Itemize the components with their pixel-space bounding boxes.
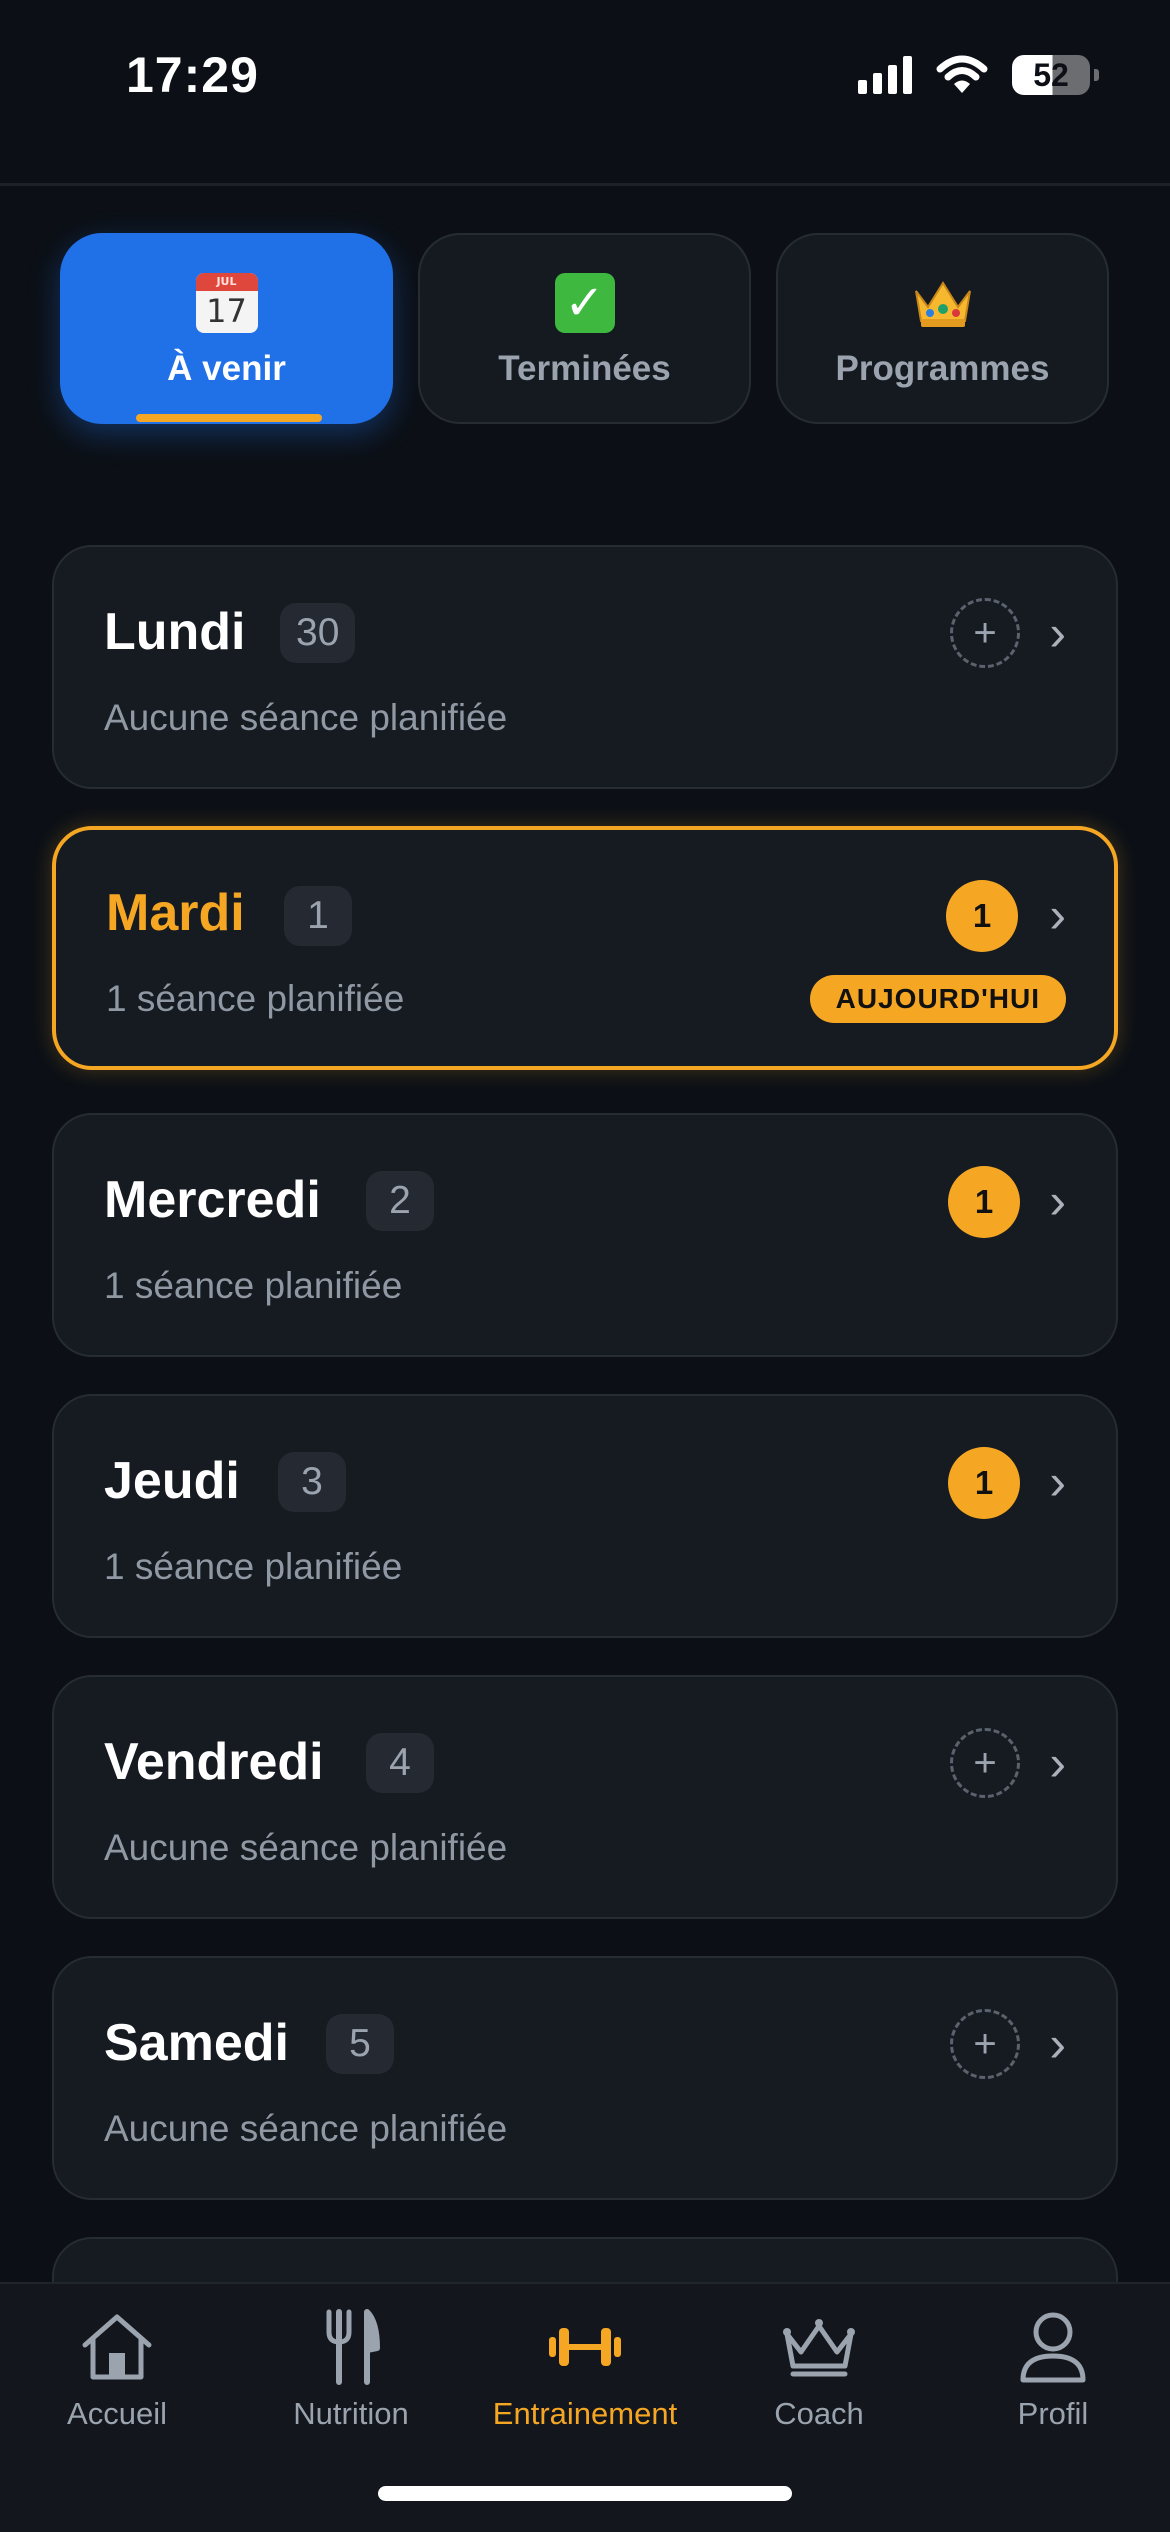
day-card-mardi[interactable]: Mardi 1 1 séance planifiée 1 › AUJOURD'H… [52, 826, 1118, 1070]
day-card-lundi[interactable]: Lundi 30 Aucune séance planifiée + › [52, 545, 1118, 789]
active-tab-indicator [136, 414, 322, 422]
chevron-right-icon: › [1049, 1173, 1066, 1229]
chevron-right-icon: › [1049, 887, 1066, 943]
day-name: Lundi [104, 603, 246, 661]
date-badge: 3 [278, 1452, 346, 1512]
nav-item-nutrition[interactable]: Nutrition [234, 2302, 468, 2432]
session-count-badge: 1 [948, 1447, 1020, 1519]
day-name: Mardi [106, 884, 245, 942]
nav-label: Profil [1017, 2396, 1089, 2431]
home-icon [79, 2302, 155, 2392]
day-subtitle: 1 séance planifiée [104, 1265, 403, 1306]
day-card-mercredi[interactable]: Mercredi 2 1 séance planifiée 1 › [52, 1113, 1118, 1357]
nav-item-entrainement[interactable]: Entrainement [468, 2302, 702, 2432]
date-badge: 4 [366, 1733, 434, 1793]
session-count-badge: 1 [948, 1166, 1020, 1238]
wifi-icon [936, 55, 988, 93]
date-badge: 1 [284, 886, 352, 946]
nav-item-profil[interactable]: Profil [936, 2302, 1170, 2432]
dumbbell-icon [547, 2302, 623, 2392]
chevron-right-icon: › [1049, 1454, 1066, 1510]
status-icons: 52 [858, 55, 1099, 95]
check-icon: ✓ [554, 269, 615, 337]
tab-label: À venir [167, 348, 286, 388]
date-badge: 30 [280, 603, 356, 663]
crown-icon [781, 2302, 857, 2392]
chevron-right-icon: › [1049, 1735, 1066, 1791]
nav-label: Accueil [67, 2396, 167, 2431]
person-icon [1017, 2302, 1089, 2392]
day-name: Mercredi [104, 1171, 321, 1229]
battery-level: 52 [1033, 57, 1069, 93]
nav-item-accueil[interactable]: Accueil [0, 2302, 234, 2432]
add-session-button[interactable]: + [950, 2009, 1020, 2079]
nav-item-coach[interactable]: Coach [702, 2302, 936, 2432]
crown-icon [912, 269, 974, 337]
tab-completed[interactable]: ✓ Terminées [418, 233, 751, 424]
day-name: Jeudi [104, 1452, 240, 1510]
battery-icon: 52 [1012, 55, 1099, 95]
tab-programs[interactable]: Programmes [776, 233, 1109, 424]
nav-label: Coach [774, 2396, 864, 2431]
day-subtitle: Aucune séance planifiée [104, 2108, 508, 2149]
tab-upcoming[interactable]: JUL 17 À venir [60, 233, 393, 424]
day-name: Samedi [104, 2014, 289, 2072]
date-badge: 2 [366, 1171, 434, 1231]
day-subtitle: Aucune séance planifiée [104, 1827, 508, 1868]
date-badge: 5 [326, 2014, 394, 2074]
tab-label: Programmes [835, 348, 1050, 388]
chevron-right-icon: › [1049, 605, 1066, 661]
add-session-button[interactable]: + [950, 1728, 1020, 1798]
status-time: 17:29 [126, 47, 259, 103]
day-subtitle: Aucune séance planifiée [104, 697, 508, 738]
day-card-vendredi[interactable]: Vendredi 4 Aucune séance planifiée + › [52, 1675, 1118, 1919]
signal-icon [858, 56, 912, 94]
day-card-jeudi[interactable]: Jeudi 3 1 séance planifiée 1 › [52, 1394, 1118, 1638]
nav-label: Entrainement [492, 2396, 678, 2431]
day-subtitle: 1 séance planifiée [106, 978, 405, 1019]
status-bar: 17:29 52 [0, 0, 1170, 150]
header-divider [0, 183, 1170, 186]
calendar-icon: JUL 17 [195, 269, 258, 337]
day-name: Vendredi [104, 1733, 324, 1791]
tab-label: Terminées [498, 348, 671, 388]
chevron-right-icon: › [1049, 2016, 1066, 2072]
day-subtitle: 1 séance planifiée [104, 1546, 403, 1587]
day-card-samedi[interactable]: Samedi 5 Aucune séance planifiée + › [52, 1956, 1118, 2200]
home-indicator[interactable] [378, 2486, 792, 2501]
session-count-badge: 1 [946, 880, 1018, 952]
today-badge: AUJOURD'HUI [809, 975, 1066, 1023]
add-session-button[interactable]: + [950, 598, 1020, 668]
fork-knife-icon [321, 2302, 381, 2392]
nav-label: Nutrition [293, 2396, 409, 2431]
